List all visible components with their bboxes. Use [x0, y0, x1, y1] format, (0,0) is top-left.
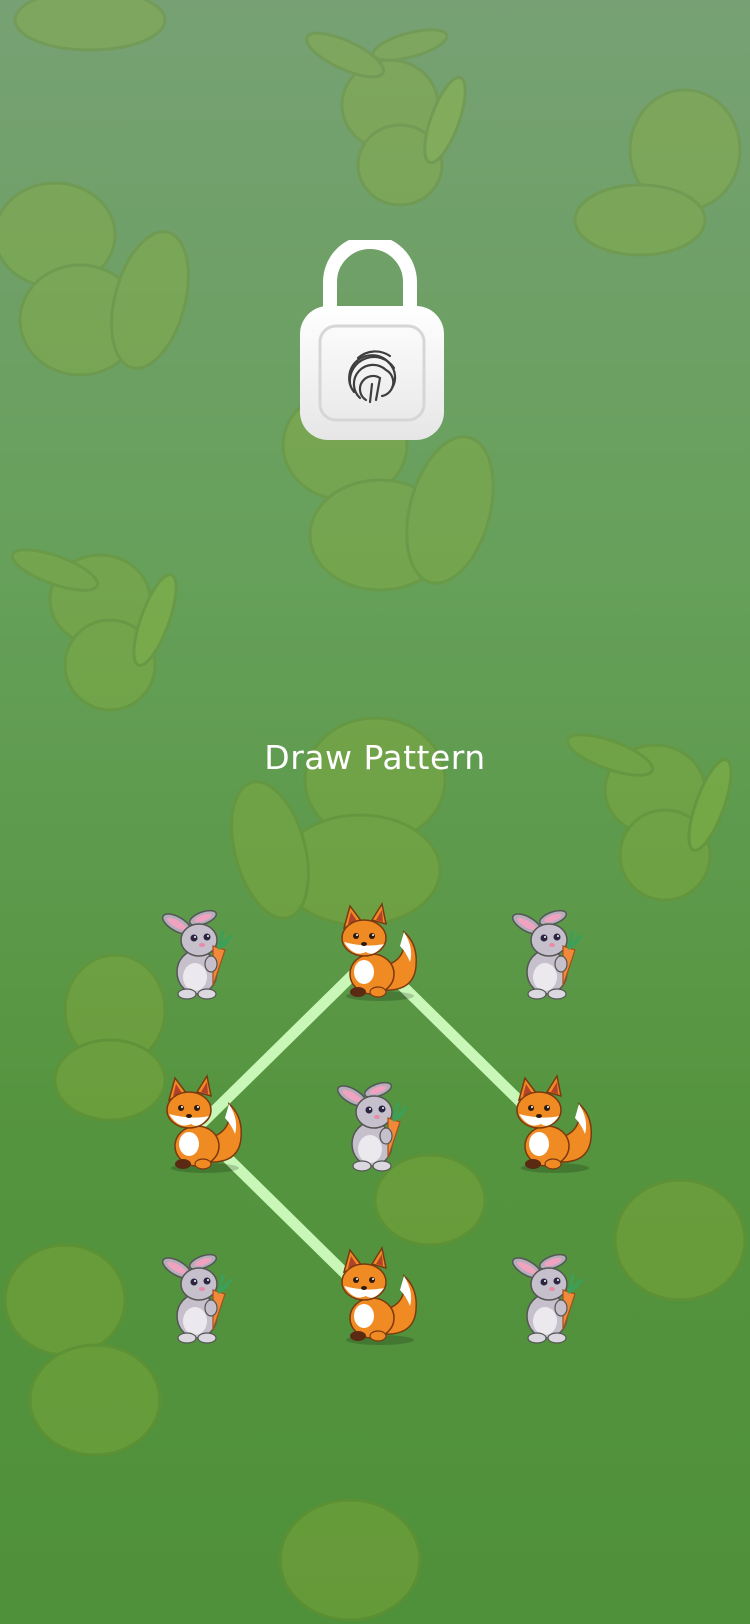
fox-icon: [166, 1074, 242, 1173]
pattern-node-fox-r1c2[interactable]: [497, 1074, 597, 1174]
fox-icon: [341, 902, 417, 1001]
fox-icon: [341, 1246, 417, 1345]
pattern-node-rabbit-r1c1[interactable]: [322, 1074, 422, 1174]
rabbit-icon: [336, 1081, 408, 1172]
rabbit-icon: [511, 1253, 583, 1344]
rabbit-icon: [161, 1253, 233, 1344]
pattern-node-fox-r2c1[interactable]: [322, 1246, 422, 1346]
rabbit-icon: [511, 909, 583, 1000]
fox-icon: [516, 1074, 592, 1173]
pattern-node-fox-r0c1[interactable]: [322, 902, 422, 1002]
pattern-node-rabbit-r2c0[interactable]: [147, 1246, 247, 1346]
pattern-grid: [0, 0, 750, 1624]
pattern-node-rabbit-r0c2[interactable]: [497, 902, 597, 1002]
pattern-path-lines: [191, 950, 553, 1306]
pattern-lock-screen: Draw Pattern: [0, 0, 750, 1624]
rabbit-icon: [161, 909, 233, 1000]
pattern-node-fox-r1c0[interactable]: [147, 1074, 247, 1174]
pattern-node-rabbit-r2c2[interactable]: [497, 1246, 597, 1346]
pattern-node-rabbit-r0c0[interactable]: [147, 902, 247, 1002]
